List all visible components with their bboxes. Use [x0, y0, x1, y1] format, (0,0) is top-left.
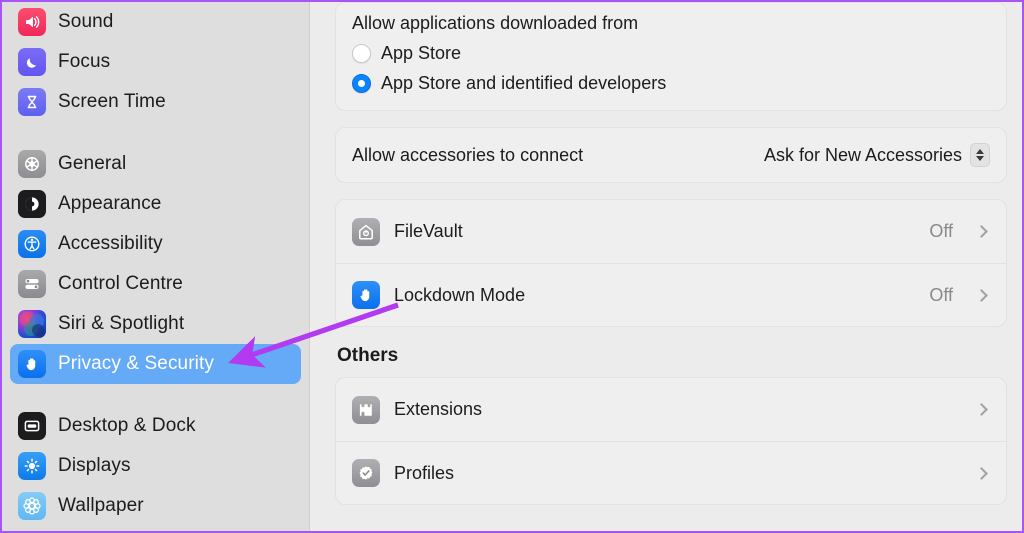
- sidebar-item-wallpaper[interactable]: Wallpaper: [10, 486, 301, 526]
- desktop-icon: [18, 412, 46, 440]
- accessories-card: Allow accessories to connect Ask for New…: [335, 127, 1007, 183]
- sidebar-item-label: Sound: [58, 11, 114, 32]
- moon-icon: [18, 48, 46, 76]
- accessories-selected-value: Ask for New Accessories: [763, 144, 962, 165]
- sidebar: Sound Focus Screen Time General Appearan…: [2, 2, 310, 531]
- hand-icon: [18, 350, 46, 378]
- sidebar-item-screen-time[interactable]: Screen Time: [10, 82, 301, 122]
- row-title: Lockdown Mode: [394, 284, 526, 305]
- hourglass-icon: [18, 88, 46, 116]
- sidebar-item-control-centre[interactable]: Control Centre: [10, 264, 301, 304]
- chevron-right-icon[interactable]: [975, 403, 988, 416]
- sidebar-item-label: Displays: [58, 455, 131, 476]
- sidebar-item-label: General: [58, 153, 127, 174]
- accessories-popup-button[interactable]: Ask for New Accessories: [764, 143, 990, 167]
- sidebar-item-focus[interactable]: Focus: [10, 42, 301, 82]
- sidebar-group-3: Desktop & Dock Displays Wallpaper: [2, 406, 309, 526]
- sidebar-item-label: Desktop & Dock: [58, 415, 196, 436]
- row-status: Off: [929, 284, 953, 305]
- sidebar-item-label: Siri & Spotlight: [58, 313, 185, 334]
- system-settings-window: Sound Focus Screen Time General Appearan…: [0, 0, 1024, 533]
- sidebar-divider-2: [2, 384, 309, 406]
- accessibility-person-icon: [18, 230, 46, 258]
- settings-content-pane: Allow applications downloaded from App S…: [311, 2, 1022, 531]
- row-profiles[interactable]: Profiles: [336, 441, 1006, 504]
- row-lockdown-mode[interactable]: Lockdown Mode Off: [336, 263, 1006, 326]
- hand-icon: [352, 281, 380, 309]
- contrast-circle-icon: [18, 190, 46, 218]
- row-title: Profiles: [394, 462, 455, 483]
- sidebar-item-accessibility[interactable]: Accessibility: [10, 224, 301, 264]
- flower-icon: [18, 492, 46, 520]
- row-filevault[interactable]: FileVault Off: [336, 200, 1006, 263]
- others-section-header: Others: [337, 345, 399, 366]
- chevron-right-icon[interactable]: [975, 288, 988, 302]
- chevron-right-icon[interactable]: [975, 466, 988, 480]
- check-badge-icon: [352, 459, 380, 487]
- sidebar-item-label: Privacy & Security: [58, 353, 214, 374]
- sidebar-item-displays[interactable]: Displays: [10, 446, 301, 486]
- radio-indicator[interactable]: [352, 73, 371, 93]
- sidebar-item-label: Wallpaper: [58, 495, 144, 516]
- sidebar-item-label: Focus: [58, 51, 111, 72]
- sidebar-item-appearance[interactable]: Appearance: [10, 184, 301, 224]
- gatekeeper-label: Allow applications downloaded from: [352, 13, 639, 33]
- sidebar-item-label: Accessibility: [58, 233, 163, 254]
- sidebar-item-label: Screen Time: [58, 91, 166, 112]
- sidebar-item-siri-spotlight[interactable]: Siri & Spotlight: [10, 304, 301, 344]
- radio-indicator[interactable]: [352, 43, 371, 63]
- sliders-icon: [18, 270, 46, 298]
- sidebar-item-privacy-security[interactable]: Privacy & Security: [10, 344, 301, 384]
- row-title: Extensions: [394, 399, 483, 419]
- radio-option-app-store[interactable]: App Store: [352, 38, 990, 68]
- gatekeeper-card: Allow applications downloaded from App S…: [335, 2, 1007, 111]
- sidebar-group-1: Sound Focus Screen Time: [2, 2, 309, 122]
- gear-icon: [18, 150, 46, 178]
- radio-option-app-store-identified-developers[interactable]: App Store and identified developers: [352, 68, 990, 98]
- sidebar-item-sound[interactable]: Sound: [10, 2, 301, 42]
- house-vault-icon: [352, 217, 380, 246]
- security-rows-card: FileVault Off Lockdown Mode Off: [335, 199, 1007, 327]
- sidebar-item-label: Appearance: [58, 193, 162, 214]
- others-card: Extensions Profiles: [335, 377, 1007, 505]
- sidebar-item-label: Control Centre: [58, 273, 183, 294]
- chevron-updown-icon[interactable]: [970, 143, 990, 167]
- radio-label: App Store and identified developers: [381, 72, 667, 93]
- siri-orb-icon: [18, 310, 46, 338]
- row-title: FileVault: [394, 221, 463, 241]
- sidebar-item-desktop-dock[interactable]: Desktop & Dock: [10, 406, 301, 446]
- row-extensions[interactable]: Extensions: [336, 378, 1006, 441]
- speaker-icon: [18, 8, 46, 36]
- chevron-right-icon[interactable]: [975, 225, 988, 238]
- sidebar-item-general[interactable]: General: [10, 144, 301, 184]
- brightness-icon: [18, 452, 46, 480]
- sidebar-group-2: General Appearance Accessibility Control…: [2, 144, 309, 384]
- sidebar-divider-1: [2, 122, 309, 144]
- radio-label: App Store: [381, 42, 462, 63]
- accessories-label: Allow accessories to connect: [352, 144, 584, 165]
- row-status: Off: [929, 221, 953, 241]
- puzzle-piece-icon: [352, 395, 380, 424]
